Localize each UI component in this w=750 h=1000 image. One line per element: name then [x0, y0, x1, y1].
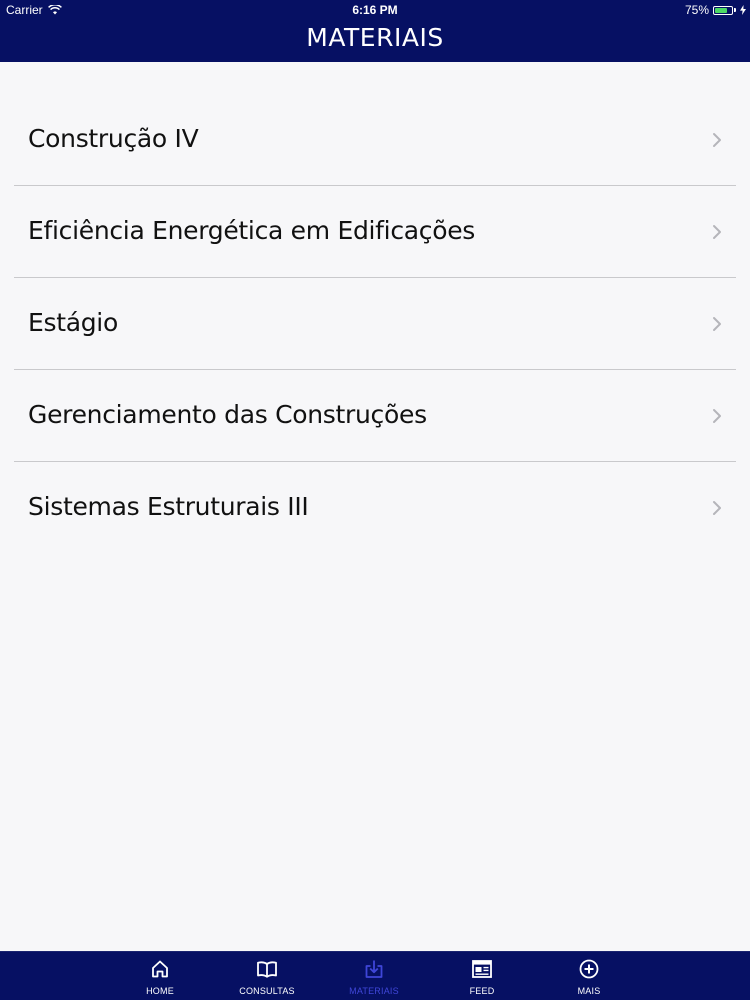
- battery-fill: [715, 7, 727, 13]
- tab-home[interactable]: HOME: [120, 956, 200, 1000]
- status-time: 6:16 PM: [352, 3, 398, 17]
- tab-label: MATERIAIS: [349, 986, 399, 996]
- page-title: MATERIAIS: [306, 23, 444, 52]
- list-item[interactable]: Construção IV: [14, 94, 736, 186]
- battery-icon: [713, 5, 733, 15]
- tab-label: CONSULTAS: [239, 986, 295, 996]
- charging-bolt-icon: [740, 5, 746, 15]
- battery-percent: 75%: [684, 3, 709, 17]
- tab-materiais[interactable]: MATERIAIS: [334, 956, 414, 1000]
- list-item[interactable]: Eficiência Energética em Edificações: [14, 186, 736, 278]
- list-item-label: Gerenciamento das Construções: [28, 400, 427, 429]
- list-item-label: Estágio: [28, 308, 118, 337]
- list-item[interactable]: Gerenciamento das Construções: [14, 370, 736, 462]
- chevron-right-icon: [713, 501, 721, 515]
- newspaper-icon: [472, 960, 492, 978]
- status-bar: Carrier 6:16 PM 75%: [0, 0, 750, 20]
- list-item-label: Construção IV: [28, 124, 199, 153]
- list-item[interactable]: Estágio: [14, 278, 736, 370]
- battery-tip: [734, 8, 736, 12]
- list-item-label: Eficiência Energética em Edificações: [28, 216, 476, 245]
- header: Carrier 6:16 PM 75% MATERIAIS: [0, 0, 750, 62]
- status-battery: 75%: [685, 3, 746, 17]
- tab-mais[interactable]: MAIS: [549, 956, 629, 1000]
- chevron-right-icon: [713, 317, 721, 331]
- list-item[interactable]: Sistemas Estruturais III: [14, 462, 736, 553]
- list-item-label: Sistemas Estruturais III: [28, 492, 309, 521]
- chevron-right-icon: [713, 133, 721, 147]
- download-icon: [365, 960, 383, 978]
- tab-label: MAIS: [577, 986, 601, 996]
- tab-bar: HOME CONSULTAS MATERIAIS FEED MAIS: [0, 951, 750, 1000]
- tab-label: HOME: [146, 986, 174, 996]
- home-icon: [152, 960, 168, 978]
- book-icon: [257, 961, 277, 978]
- materials-list: Construção IV Eficiência Energética em E…: [0, 94, 750, 553]
- chevron-right-icon: [713, 409, 721, 423]
- tab-consultas[interactable]: CONSULTAS: [227, 956, 307, 1000]
- chevron-right-icon: [713, 225, 721, 239]
- tab-label: FEED: [469, 986, 495, 996]
- tab-feed[interactable]: FEED: [442, 956, 522, 1000]
- plus-circle-icon: [579, 959, 599, 979]
